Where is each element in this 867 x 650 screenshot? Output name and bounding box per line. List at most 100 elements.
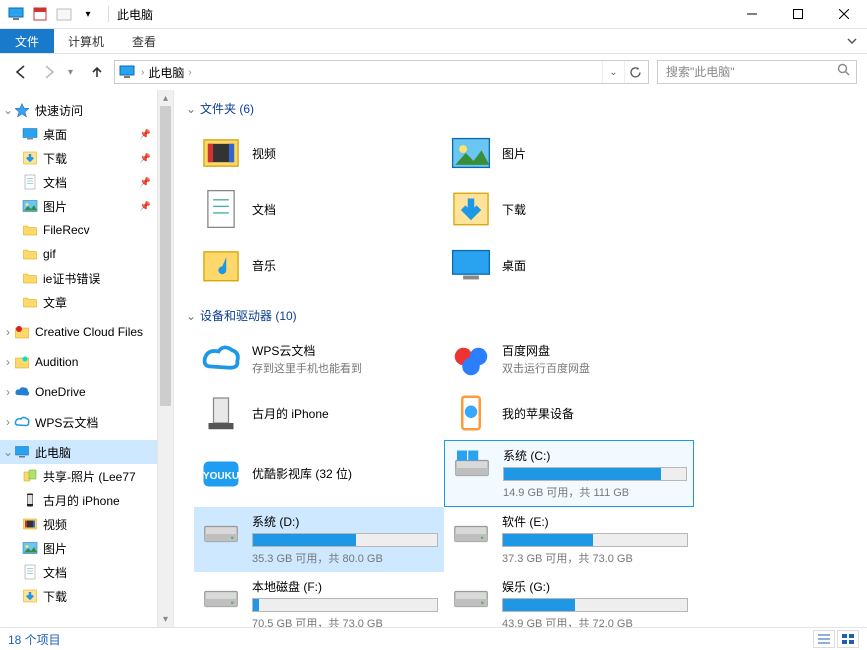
chevron-down-icon[interactable]: ⌄ bbox=[186, 309, 200, 323]
picture-icon bbox=[22, 198, 38, 214]
chevron-right-icon[interactable]: › bbox=[141, 67, 144, 78]
expand-icon[interactable]: › bbox=[2, 325, 14, 339]
nav-item[interactable]: 文章 bbox=[0, 290, 173, 314]
music-icon bbox=[200, 244, 242, 286]
chevron-right-icon[interactable]: › bbox=[188, 67, 191, 78]
details-view-button[interactable] bbox=[813, 630, 835, 648]
drive-item[interactable]: 娱乐 (G:) 43.9 GB 可用，共 72.0 GB bbox=[444, 572, 694, 627]
folder-icon bbox=[22, 294, 38, 310]
drive-icon bbox=[450, 578, 492, 620]
nav-item[interactable]: 共享-照片 (Lee77 bbox=[0, 464, 173, 488]
drive-usage-bar bbox=[502, 533, 688, 547]
nav-item[interactable]: 文档 📌 bbox=[0, 170, 173, 194]
folder-item[interactable]: 图片 bbox=[444, 125, 694, 181]
au-icon bbox=[14, 354, 30, 370]
nav-item[interactable]: 图片 bbox=[0, 536, 173, 560]
nav-item-label: gif bbox=[43, 247, 56, 261]
nav-wps[interactable]: › WPS云文档 bbox=[0, 410, 173, 434]
status-text: 18 个项目 bbox=[8, 631, 61, 648]
expand-icon[interactable]: › bbox=[2, 355, 14, 369]
expand-icon[interactable]: › bbox=[2, 385, 14, 399]
search-input[interactable] bbox=[666, 65, 837, 79]
chevron-down-icon[interactable]: ⌄ bbox=[186, 102, 200, 116]
nav-onedrive[interactable]: › OneDrive bbox=[0, 380, 173, 404]
pc-icon[interactable] bbox=[6, 4, 26, 24]
maximize-button[interactable] bbox=[775, 0, 821, 29]
nav-quick-access[interactable]: ⌄ 快速访问 bbox=[0, 98, 173, 122]
section-header-devices[interactable]: ⌄ 设备和驱动器 (10) bbox=[174, 301, 867, 328]
up-button[interactable] bbox=[88, 63, 106, 81]
nav-item[interactable]: 古月的 iPhone bbox=[0, 488, 173, 512]
nav-item[interactable]: FileRecv bbox=[0, 218, 173, 242]
device-item[interactable]: 我的苹果设备 bbox=[444, 386, 694, 440]
nav-item[interactable]: 下载 bbox=[0, 584, 173, 608]
drive-item[interactable]: 软件 (E:) 37.3 GB 可用，共 73.0 GB bbox=[444, 507, 694, 572]
drive-item[interactable]: 系统 (C:) 14.9 GB 可用，共 111 GB bbox=[444, 440, 694, 507]
nav-item-label: 文档 bbox=[43, 174, 67, 191]
content-pane[interactable]: ⌄ 文件夹 (6) 视频 图片 文档 下载 音乐 bbox=[174, 90, 867, 627]
back-button[interactable] bbox=[12, 63, 30, 81]
qat-dropdown-icon[interactable]: ▾ bbox=[78, 4, 98, 24]
folder-item[interactable]: 文档 bbox=[194, 181, 444, 237]
nav-item-label: 图片 bbox=[43, 198, 67, 215]
nav-this-pc[interactable]: ⌄ 此电脑 bbox=[0, 440, 173, 464]
device-item[interactable]: YOUKU 优酷影视库 (32 位) bbox=[194, 440, 444, 507]
expand-icon[interactable]: › bbox=[2, 415, 14, 429]
ribbon-tab-view[interactable]: 查看 bbox=[118, 29, 170, 53]
folder-label: 图片 bbox=[502, 145, 526, 162]
drive-icon bbox=[200, 578, 242, 620]
address-bar[interactable]: › 此电脑 › ⌄ bbox=[114, 60, 649, 84]
nav-item[interactable]: › Creative Cloud Files bbox=[0, 320, 173, 344]
drive-usage-bar bbox=[252, 598, 438, 612]
cc-icon bbox=[14, 324, 30, 340]
drive-usage-bar bbox=[502, 598, 688, 612]
ribbon-tab-computer[interactable]: 计算机 bbox=[54, 29, 118, 53]
wps-icon bbox=[14, 414, 30, 430]
drive-item[interactable]: 系统 (D:) 35.3 GB 可用，共 80.0 GB bbox=[194, 507, 444, 572]
address-history-dropdown[interactable]: ⌄ bbox=[602, 61, 624, 83]
properties-icon[interactable] bbox=[30, 4, 50, 24]
nav-item[interactable]: › Audition bbox=[0, 350, 173, 374]
navigation-pane: ⌄ 快速访问 桌面 📌 下载 📌 文档 📌 图片 bbox=[0, 90, 174, 627]
nav-item-label: 文档 bbox=[43, 564, 67, 581]
ribbon-expand-button[interactable] bbox=[837, 29, 867, 53]
nav-item[interactable]: 桌面 📌 bbox=[0, 122, 173, 146]
forward-button[interactable] bbox=[40, 63, 58, 81]
nav-item[interactable]: 图片 📌 bbox=[0, 194, 173, 218]
scroll-thumb[interactable] bbox=[160, 106, 171, 406]
expand-icon[interactable]: ⌄ bbox=[2, 103, 14, 117]
device-item[interactable]: 百度网盘 双击运行百度网盘 bbox=[444, 332, 694, 386]
scroll-up-icon[interactable]: ▴ bbox=[158, 90, 173, 106]
new-folder-icon[interactable] bbox=[54, 4, 74, 24]
scroll-down-icon[interactable]: ▾ bbox=[158, 611, 173, 627]
nav-item[interactable]: gif bbox=[0, 242, 173, 266]
nav-item[interactable]: 视频 bbox=[0, 512, 173, 536]
folder-item[interactable]: 视频 bbox=[194, 125, 444, 181]
folder-item[interactable]: 桌面 bbox=[444, 237, 694, 293]
search-box[interactable] bbox=[657, 60, 857, 84]
section-header-folders[interactable]: ⌄ 文件夹 (6) bbox=[174, 94, 867, 121]
nav-item-label: 此电脑 bbox=[35, 444, 71, 461]
share-icon bbox=[22, 468, 38, 484]
nav-item[interactable]: 文档 bbox=[0, 560, 173, 584]
nav-item[interactable]: ie证书错误 bbox=[0, 266, 173, 290]
expand-icon[interactable]: ⌄ bbox=[2, 445, 14, 459]
nav-scrollbar[interactable]: ▴ ▾ bbox=[157, 90, 173, 627]
folder-item[interactable]: 音乐 bbox=[194, 237, 444, 293]
folder-item[interactable]: 下载 bbox=[444, 181, 694, 237]
breadcrumb-this-pc[interactable]: 此电脑 bbox=[148, 64, 184, 81]
drive-item[interactable]: 本地磁盘 (F:) 70.5 GB 可用，共 73.0 GB bbox=[194, 572, 444, 627]
close-button[interactable] bbox=[821, 0, 867, 29]
nav-item[interactable]: 下载 📌 bbox=[0, 146, 173, 170]
device-label: 百度网盘 bbox=[502, 342, 590, 359]
refresh-button[interactable] bbox=[624, 61, 646, 83]
picture-icon bbox=[450, 132, 492, 174]
search-icon[interactable] bbox=[837, 63, 850, 81]
device-item[interactable]: WPS云文档 存到这里手机也能看到 bbox=[194, 332, 444, 386]
file-tab[interactable]: 文件 bbox=[0, 29, 54, 53]
minimize-button[interactable] bbox=[729, 0, 775, 29]
device-item[interactable]: 古月的 iPhone bbox=[194, 386, 444, 440]
icons-view-button[interactable] bbox=[837, 630, 859, 648]
pin-icon: 📌 bbox=[140, 201, 151, 212]
history-dropdown-icon[interactable]: ▾ bbox=[68, 67, 78, 78]
